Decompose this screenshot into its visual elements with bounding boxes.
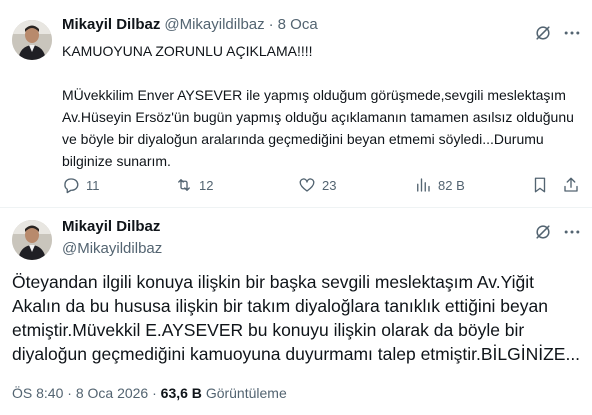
views-label: Görüntüleme [205,385,287,401]
separator: · [67,385,72,401]
divider [0,207,592,208]
tweet-header: Mikayil Dilbaz @Mikayildilbaz · 8 Oca [62,16,318,33]
bookmark-icon [534,177,546,193]
tweet-date[interactable]: 8 Oca 2026 [76,385,148,401]
avatar[interactable] [12,220,52,260]
author-name[interactable]: Mikayil Dilbaz [62,218,160,235]
action-bar: 11 12 23 82 B [60,176,580,198]
separator: · [152,385,157,401]
reply-button[interactable]: 11 [62,176,100,194]
author-name[interactable]: Mikayil Dilbaz [62,16,160,33]
separator: · [268,16,274,33]
like-button[interactable]: 23 [298,176,336,194]
reply-icon [64,178,79,194]
share-icon [564,177,578,192]
repost-icon [178,179,190,191]
reply-count: 11 [86,177,100,193]
views-button[interactable]: 82 B [414,176,465,194]
avatar[interactable] [12,20,52,60]
more-icon[interactable] [561,221,583,243]
repost-count: 12 [199,177,214,193]
author-handle[interactable]: @Mikayildilbaz [164,16,264,33]
tweet-meta: ÖS 8:40 · 8 Oca 2026 · 63,6 B Görüntülem… [12,385,287,401]
views-icon [417,178,430,192]
tweet-time[interactable]: ÖS 8:40 [12,385,63,401]
tweet-text: KAMUOYUNA ZORUNLU AÇIKLAMA!!!! MÜvekkili… [62,40,578,172]
grok-icon[interactable] [532,221,554,243]
like-icon [299,178,315,192]
views-count: 82 B [438,177,465,193]
tweet-text: Öteyandan ilgili konuya ilişkin bir başk… [12,272,581,364]
share-button[interactable] [562,176,580,194]
tweet-line: KAMUOYUNA ZORUNLU AÇIKLAMA!!!! [62,43,313,59]
tweet-line: MÜvekkilim Enver AYSEVER ile yapmış oldu… [62,87,574,169]
author-handle[interactable]: @Mikayildilbaz [62,240,162,257]
bookmark-button[interactable] [531,176,549,194]
tweet-date[interactable]: 8 Oca [278,16,318,33]
like-count: 23 [322,177,337,193]
views-count: 63,6 B [160,385,202,401]
repost-button[interactable]: 12 [175,176,213,194]
